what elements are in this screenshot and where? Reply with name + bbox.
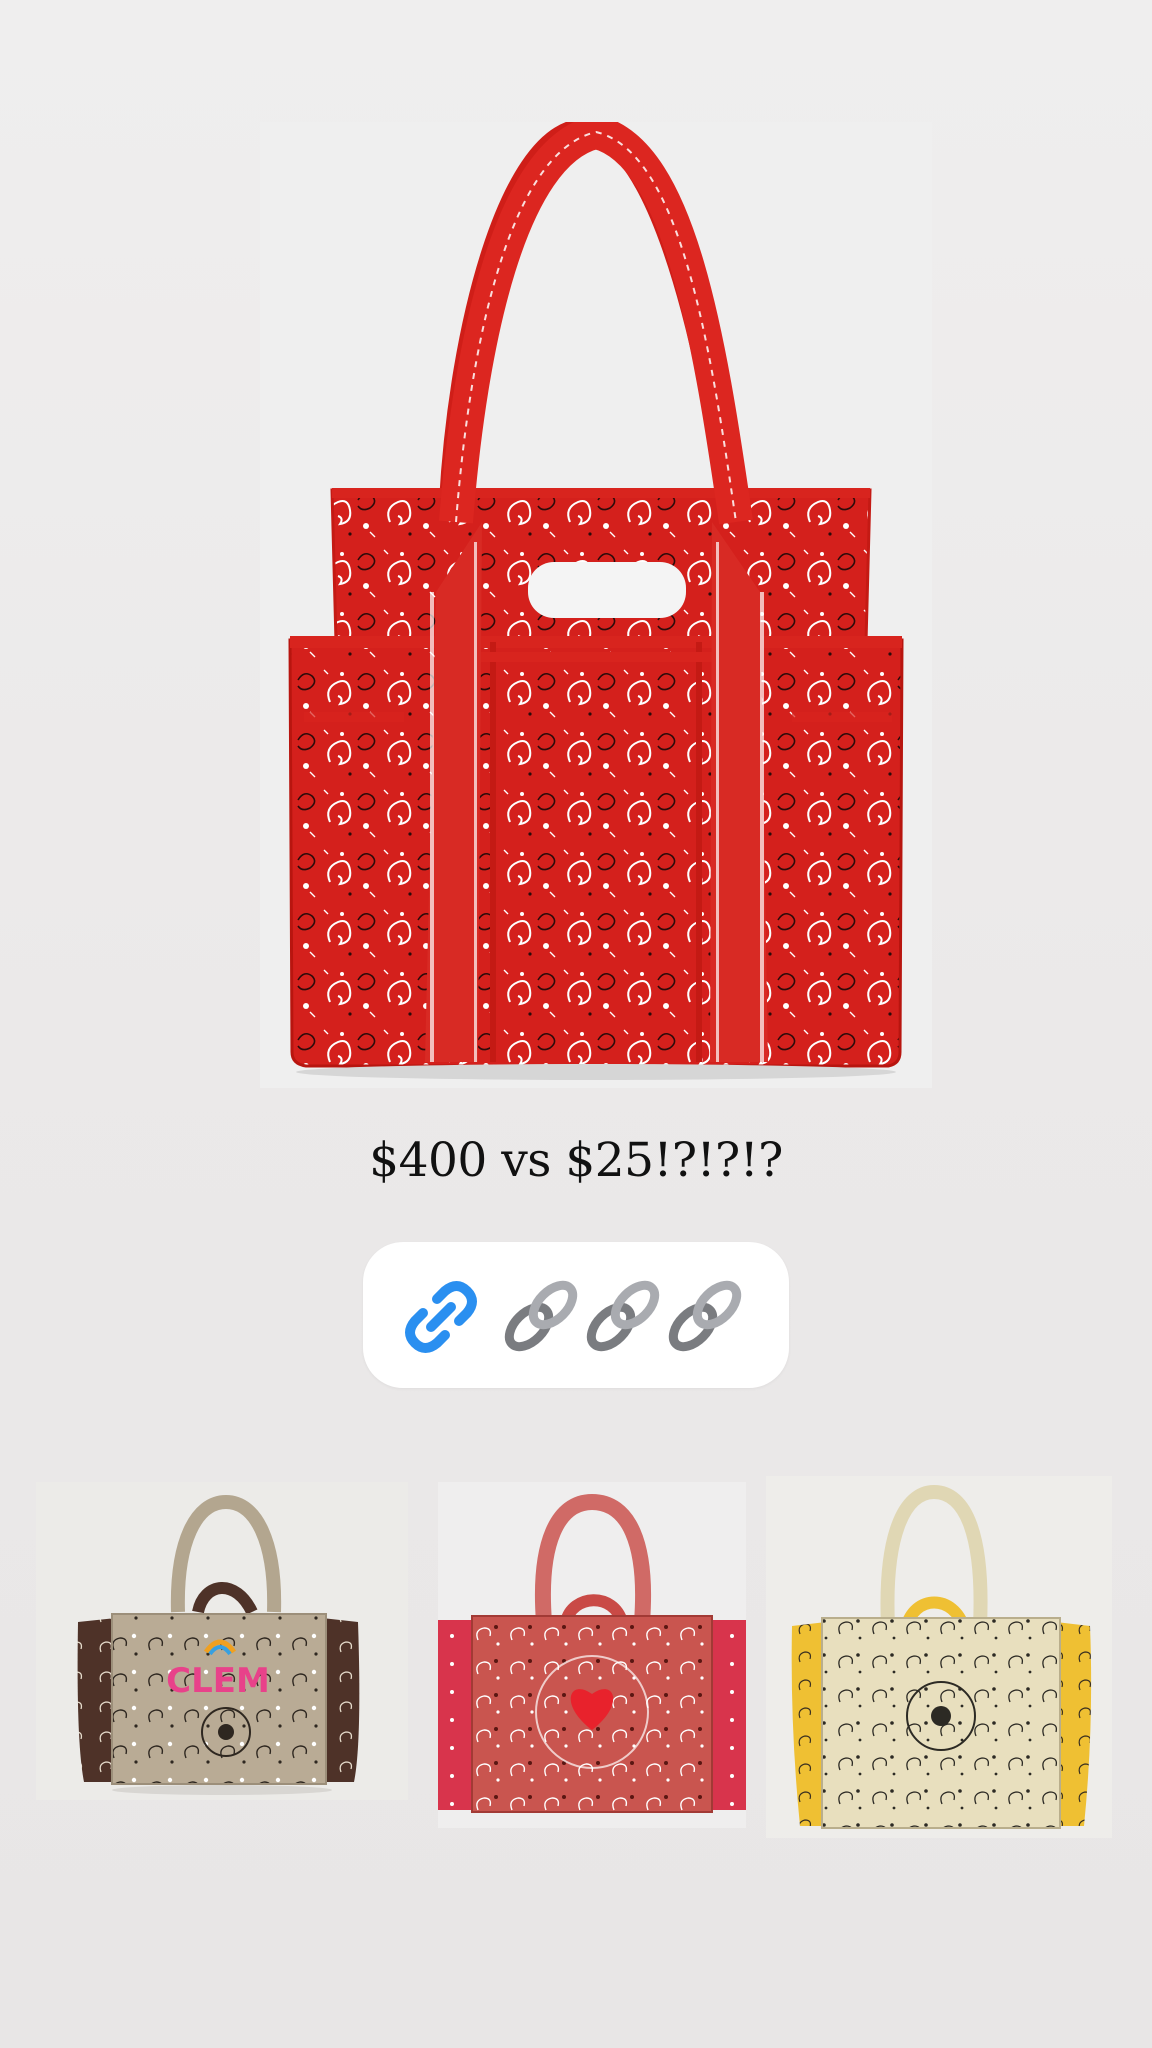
chain-icon <box>499 1275 583 1359</box>
svg-text:CLEM: CLEM <box>166 1661 270 1701</box>
chain-icon <box>581 1275 665 1359</box>
product-thumbnail-2[interactable] <box>438 1482 746 1828</box>
link-sticker[interactable] <box>363 1242 789 1388</box>
story-caption: $400 vs $25!?!?!? <box>369 1133 783 1188</box>
link-icon <box>399 1275 483 1359</box>
product-thumbnail-3[interactable] <box>766 1476 1112 1838</box>
chain-icon <box>663 1275 747 1359</box>
product-thumbnail-1[interactable]: CLEM <box>36 1482 408 1800</box>
main-product-image <box>260 122 932 1088</box>
